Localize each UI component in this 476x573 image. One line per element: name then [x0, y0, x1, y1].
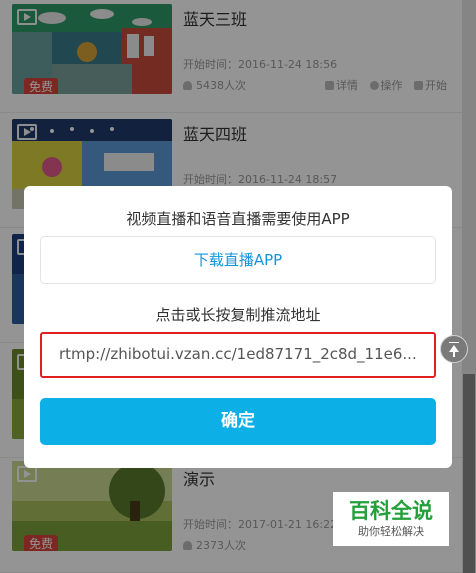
arrow-up-to-top-icon[interactable] [440, 335, 468, 363]
rtmp-url-text[interactable]: rtmp://zhibotui.vzan.cc/1ed87171_2c8d_11… [59, 345, 424, 363]
download-app-button[interactable]: 下载直播APP [40, 236, 436, 284]
watermark-sub: 助你轻松解决 [358, 525, 424, 538]
copy-instruction-text: 点击或长按复制推流地址 [155, 306, 321, 324]
push-url-dialog: 视频直播和语音直播需要使用APP 下载直播APP 点击或长按复制推流地址 rtm… [24, 186, 452, 468]
download-app-label: 下载直播APP [193, 251, 283, 269]
watermark-logo: 百科全说 助你轻松解决 [333, 492, 449, 546]
rtmp-url-field[interactable]: rtmp://zhibotui.vzan.cc/1ed87171_2c8d_11… [40, 332, 436, 378]
watermark-main: 百科全说 [349, 499, 433, 523]
app-required-text: 视频直播和语音直播需要使用APP [126, 210, 350, 228]
confirm-button[interactable]: 确定 [40, 398, 436, 445]
confirm-label: 确定 [221, 411, 255, 431]
